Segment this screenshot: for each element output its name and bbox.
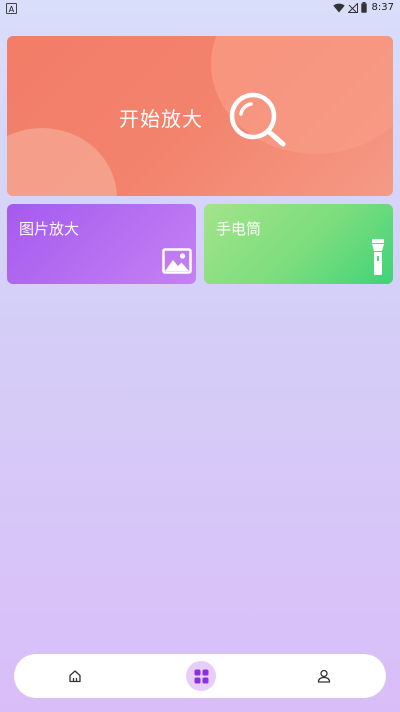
status-icons: 8:37 [332, 2, 394, 13]
battery-icon [360, 2, 367, 13]
signal-icon [347, 2, 358, 13]
decorative-blob [7, 128, 117, 196]
notification-indicator: A [6, 3, 17, 14]
clock-time: 8:37 [371, 2, 394, 13]
apps-grid-icon [194, 669, 209, 684]
wifi-icon [332, 3, 345, 13]
image-magnify-tile[interactable]: 图片放大 [7, 204, 196, 284]
flashlight-icon [371, 238, 385, 280]
nav-home[interactable] [60, 661, 90, 691]
status-bar: A 8:37 [0, 0, 400, 18]
start-magnify-card[interactable]: 开始放大 [7, 36, 393, 196]
home-icon [68, 669, 82, 683]
start-magnify-label: 开始放大 [119, 107, 203, 131]
nav-apps[interactable] [186, 661, 216, 691]
image-icon [162, 248, 192, 278]
nav-profile[interactable] [309, 661, 339, 691]
flashlight-tile[interactable]: 手电筒 [204, 204, 393, 284]
magnifier-icon [221, 88, 293, 154]
user-icon [317, 669, 331, 683]
flashlight-label: 手电筒 [216, 220, 262, 238]
image-magnify-label: 图片放大 [19, 220, 80, 238]
bottom-navigation [14, 654, 386, 698]
